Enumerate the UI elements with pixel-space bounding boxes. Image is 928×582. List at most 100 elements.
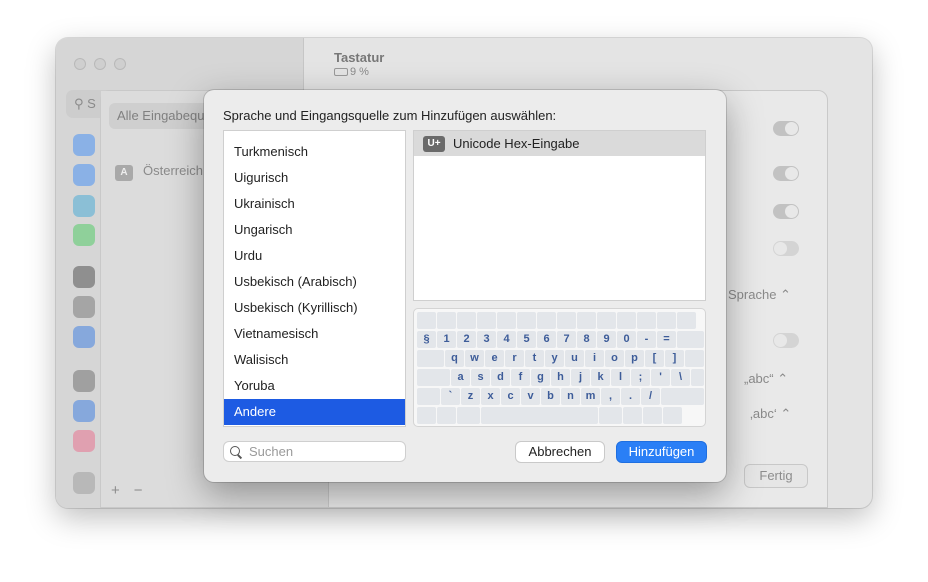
- accessibility-icon[interactable]: [73, 164, 95, 186]
- sun-icon[interactable]: [73, 134, 95, 156]
- keyboard-key: o: [605, 350, 624, 367]
- setting-toggle-4[interactable]: [773, 241, 799, 256]
- search-field[interactable]: [223, 441, 406, 462]
- keyboard-space-row: ........: [417, 407, 702, 425]
- keyboard-key: g: [531, 369, 550, 386]
- keyboard-key-blank: .: [623, 407, 642, 424]
- keyboard-preview: .............. §1234567890-=. .qwertyuio…: [413, 308, 706, 427]
- dialog-title: Sprache und Eingangsquelle zum Hinzufüge…: [223, 108, 557, 123]
- language-popup-label: Sprache: [728, 287, 777, 302]
- keyboard-key-blank: .: [677, 331, 704, 348]
- add-input-source-dialog: Sprache und Eingangsquelle zum Hinzufüge…: [204, 90, 726, 482]
- language-item[interactable]: Usbekisch (Arabisch): [224, 269, 405, 295]
- language-item-selected[interactable]: Andere: [224, 399, 405, 425]
- keyboard-key: 1: [437, 331, 456, 348]
- window-title: Tastatur: [334, 50, 385, 65]
- battery-icon[interactable]: [73, 224, 95, 246]
- keyboard-key: ': [651, 369, 670, 386]
- keyboard-key: i: [585, 350, 604, 367]
- keyboard-key: s: [471, 369, 490, 386]
- keyboard-key: `: [441, 388, 460, 405]
- passwords-icon[interactable]: [73, 370, 95, 392]
- language-item[interactable]: Ungarisch: [224, 217, 405, 243]
- keyboard-key-blank: .: [637, 312, 656, 329]
- keyboard-key-blank: .: [691, 369, 704, 386]
- keyboard-key-blank: .: [457, 407, 480, 424]
- users-icon[interactable]: [73, 326, 95, 348]
- settings-search-placeholder: S: [87, 96, 96, 111]
- done-button[interactable]: Fertig: [744, 464, 808, 488]
- keyboard-key: k: [591, 369, 610, 386]
- keyboard-row-1: §1234567890-=.: [417, 331, 704, 349]
- setting-toggle-3[interactable]: [773, 204, 799, 219]
- language-item[interactable]: Uigurisch: [224, 165, 405, 191]
- keyboard-key-blank: .: [417, 407, 436, 424]
- keyboard-key: ;: [631, 369, 650, 386]
- language-item[interactable]: Turkmenisch: [224, 139, 405, 165]
- zoom-window-button[interactable]: [114, 58, 126, 70]
- keyboard-key: d: [491, 369, 510, 386]
- close-window-button[interactable]: [74, 58, 86, 70]
- double-quote-popup[interactable]: „abc“ ⌃: [744, 371, 788, 387]
- minimize-window-button[interactable]: [94, 58, 106, 70]
- keyboard-key: n: [561, 388, 580, 405]
- language-item[interactable]: Walisisch: [224, 347, 405, 373]
- setting-toggle-1[interactable]: [773, 121, 799, 136]
- display-icon[interactable]: [73, 195, 95, 217]
- search-input[interactable]: [249, 444, 399, 459]
- language-item[interactable]: Yoruba: [224, 373, 405, 399]
- keyboard-key: j: [571, 369, 590, 386]
- keyboard-key-blank: .: [557, 312, 576, 329]
- keyboard-key: ]: [665, 350, 684, 367]
- internet-accounts-icon[interactable]: [73, 400, 95, 422]
- keyboard-key-blank: .: [481, 407, 598, 424]
- language-popup[interactable]: Sprache ⌃: [728, 287, 791, 303]
- keyboard-key: x: [481, 388, 500, 405]
- battery-indicator-icon: [334, 68, 348, 77]
- keyboard-key-blank: .: [417, 388, 440, 405]
- keyboard-key: q: [445, 350, 464, 367]
- add-input-source-button[interactable]: +: [111, 482, 120, 499]
- setting-toggle-2[interactable]: [773, 166, 799, 181]
- chevron-updown-icon: ⌃: [777, 371, 789, 386]
- keyboard-key-blank: .: [457, 312, 476, 329]
- input-source-option[interactable]: U+ Unicode Hex-Eingabe: [414, 131, 705, 156]
- search-icon: [230, 445, 242, 458]
- single-quote-label: ‚abc‘: [750, 406, 777, 421]
- keyboard-key: y: [545, 350, 564, 367]
- lock-screen-icon[interactable]: [73, 266, 95, 288]
- add-button[interactable]: Hinzufügen: [616, 441, 707, 463]
- keyboard-key-blank: .: [599, 407, 622, 424]
- remove-input-source-button[interactable]: −: [134, 482, 143, 499]
- input-source-option-label: Unicode Hex-Eingabe: [453, 136, 580, 151]
- keyboard-key-blank: .: [577, 312, 596, 329]
- keyboard-key: §: [417, 331, 436, 348]
- keyboard-key-blank: .: [417, 350, 444, 367]
- privacy-icon[interactable]: [73, 296, 95, 318]
- language-item[interactable]: Vietnamesisch: [224, 321, 405, 347]
- cancel-button[interactable]: Abbrechen: [515, 441, 605, 463]
- single-quote-popup[interactable]: ‚abc‘ ⌃: [750, 406, 791, 422]
- keyboard-key: f: [511, 369, 530, 386]
- setting-toggle-5[interactable]: [773, 333, 799, 348]
- keyboard-key: 4: [497, 331, 516, 348]
- keyboard-row-3: .asdfghjkl;'\.: [417, 369, 704, 387]
- keyboard-key: h: [551, 369, 570, 386]
- language-item[interactable]: Ukrainisch: [224, 191, 405, 217]
- keyboard-key: 8: [577, 331, 596, 348]
- language-list[interactable]: Turkmenisch Uigurisch Ukrainisch Ungaris…: [223, 130, 406, 427]
- keyboard-key-blank: .: [477, 312, 496, 329]
- keyboard-key-blank: .: [537, 312, 556, 329]
- language-item[interactable]: Urdu: [224, 243, 405, 269]
- input-source-item[interactable]: A Österreich: [115, 163, 203, 181]
- keyboard-key: \: [671, 369, 690, 386]
- window-subtitle: 9 %: [334, 66, 369, 78]
- keyboard-icon[interactable]: [73, 472, 95, 494]
- keyboard-key: 0: [617, 331, 636, 348]
- keyboard-key: c: [501, 388, 520, 405]
- input-source-list[interactable]: U+ Unicode Hex-Eingabe: [413, 130, 706, 301]
- language-item[interactable]: Usbekisch (Kyrillisch): [224, 295, 405, 321]
- game-center-icon[interactable]: [73, 430, 95, 452]
- keyboard-key: t: [525, 350, 544, 367]
- keyboard-key-blank: .: [685, 350, 704, 367]
